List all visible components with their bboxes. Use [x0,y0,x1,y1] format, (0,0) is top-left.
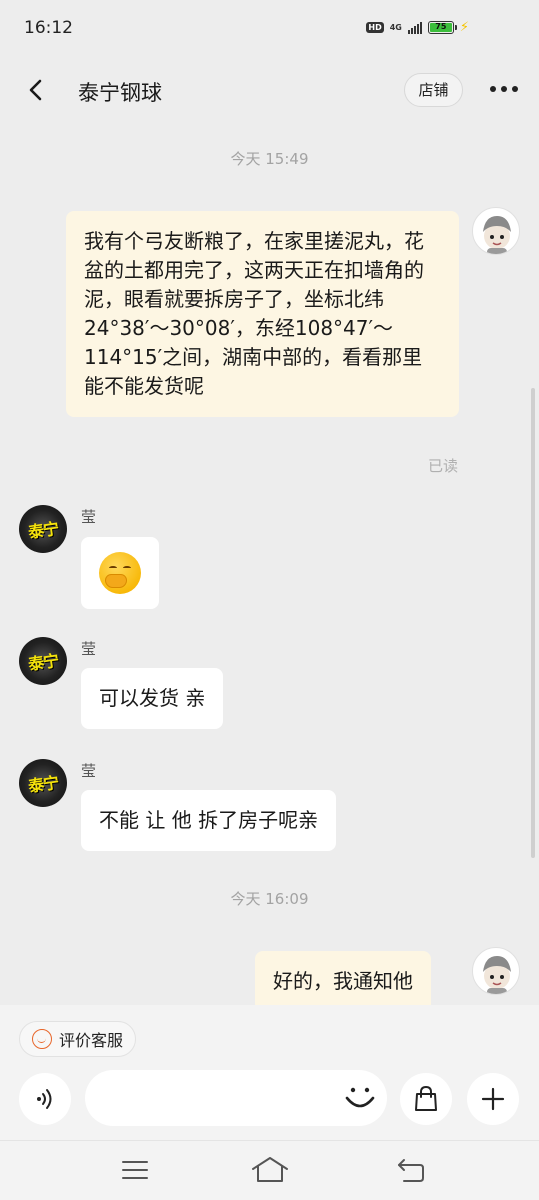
back-nav-icon[interactable] [396,1157,426,1183]
face-with-hand-over-mouth-icon [99,552,141,594]
smile-icon [32,1029,52,1049]
hd-icon: HD [366,22,384,33]
input-panel: 评价客服 [0,1005,539,1140]
message-text: 不能 让 他 拆了房子呢亲 [99,808,319,832]
back-arrow-icon[interactable] [22,76,50,104]
outgoing-message-bubble[interactable]: 好的，我通知他 [255,951,431,1012]
store-button[interactable]: 店铺 [404,73,463,107]
signal-icon [407,21,422,34]
sender-name: 莹 [81,762,97,780]
status-time: 16:12 [24,18,73,38]
incoming-emoji-bubble[interactable] [81,537,159,609]
rate-service-label: 评价客服 [59,1031,124,1050]
incoming-message-bubble[interactable]: 不能 让 他 拆了房子呢亲 [81,790,337,851]
user-avatar-icon [483,956,511,994]
status-icons: HD 4G 75 ⚡ [366,20,469,35]
message-text: 好的，我通知他 [273,969,413,993]
emoji-icon[interactable] [340,1078,380,1118]
chat-header: 泰宁钢球 店铺 [0,60,539,122]
user-avatar[interactable] [472,207,520,255]
rate-service-button[interactable]: 评价客服 [19,1021,137,1057]
system-nav-bar [0,1140,539,1200]
plus-icon [481,1087,505,1111]
incoming-message-bubble[interactable]: 可以发货 亲 [81,668,224,729]
sender-name: 莹 [81,640,97,658]
status-bar: 16:12 HD 4G 75 ⚡ [0,0,539,60]
network-type-icon: 4G [389,22,402,32]
voice-icon [37,1089,52,1109]
read-status: 已读 [427,457,458,475]
shop-avatar[interactable]: 泰宁 [19,505,67,553]
home-icon[interactable] [251,1155,289,1185]
chat-title: 泰宁钢球 [78,81,162,105]
shop-avatar-logo: 泰宁 [27,772,60,796]
message-text: 可以发货 亲 [99,686,206,710]
battery-icon: 75 [427,21,457,34]
battery-level: 75 [429,23,452,32]
scrollbar[interactable] [531,388,535,858]
shop-avatar[interactable]: 泰宁 [19,759,67,807]
outgoing-message-bubble[interactable]: 我有个弓友断粮了，在家里搓泥丸，花盆的土都用完了，这两天正在扣墙角的泥，眼看就要… [66,211,459,417]
more-actions-button[interactable] [467,1073,519,1125]
shop-avatar[interactable]: 泰宁 [19,637,67,685]
recent-apps-icon[interactable] [122,1159,148,1181]
message-timestamp: 今天 15:49 [230,150,309,168]
shopping-bag-icon [415,1085,437,1111]
message-timestamp: 今天 16:09 [230,890,309,908]
shop-avatar-logo: 泰宁 [27,650,60,674]
voice-input-button[interactable] [19,1073,71,1125]
user-avatar[interactable] [472,947,520,995]
user-avatar-icon [483,216,511,254]
more-options-icon[interactable] [490,86,518,92]
shopping-bag-button[interactable] [400,1073,452,1125]
message-text: 我有个弓友断粮了，在家里搓泥丸，花盆的土都用完了，这两天正在扣墙角的泥，眼看就要… [84,229,424,398]
charging-icon: ⚡ [459,20,469,35]
shop-avatar-logo: 泰宁 [27,518,60,542]
sender-name: 莹 [81,508,97,526]
